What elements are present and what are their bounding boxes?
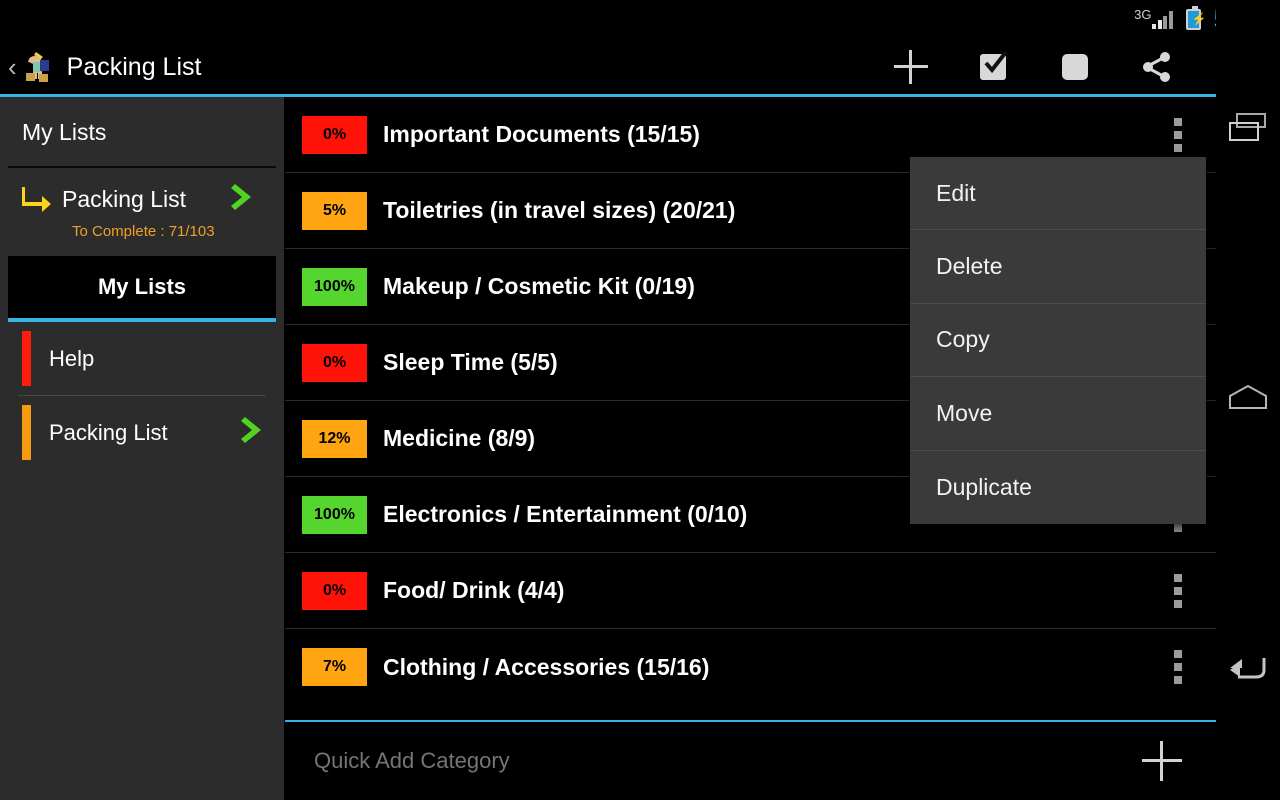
tab-my-lists[interactable]: My Lists [8,256,276,318]
checkbox-empty-icon [1062,54,1088,80]
chevron-right-icon[interactable] [240,415,268,450]
share-button[interactable] [1116,38,1198,96]
status-bar: 3G ⚡ 5:21 [0,0,1280,38]
status-badge: 7% [302,648,367,686]
category-label: Sleep Time (5/5) [383,349,558,376]
sidebar-current-list[interactable]: Packing List To Complete : 71/103 [0,168,284,252]
row-overflow-icon[interactable] [1174,118,1182,152]
sidebar-item-color-bar [22,405,31,460]
context-menu: Edit Delete Copy Move Duplicate [910,157,1206,524]
up-caret-icon[interactable]: ‹ [0,54,21,80]
home-button[interactable] [1216,368,1280,432]
menu-item-label: Edit [936,180,976,207]
status-badge: 100% [302,268,367,306]
category-label: Clothing / Accessories (15/16) [383,654,709,681]
back-icon [1226,652,1270,689]
chevron-right-icon[interactable] [230,182,258,217]
status-badge: 0% [302,116,367,154]
table-row[interactable]: 7% Clothing / Accessories (15/16) [285,629,1216,705]
category-label: Makeup / Cosmetic Kit (0/19) [383,273,695,300]
signal-bars-icon [1152,9,1174,29]
menu-item-duplicate[interactable]: Duplicate [910,451,1206,524]
menu-item-label: Duplicate [936,474,1032,501]
menu-item-delete[interactable]: Delete [910,230,1206,303]
status-badge: 100% [302,496,367,534]
category-label: Medicine (8/9) [383,425,535,452]
status-badge: 0% [302,344,367,382]
row-overflow-icon[interactable] [1174,650,1182,684]
home-icon [1226,382,1270,419]
menu-item-label: Move [936,400,992,427]
system-navigation-bar [1216,0,1280,800]
status-badge: 0% [302,572,367,610]
sidebar-current-name: Packing List [62,186,186,213]
quick-add-plus-icon[interactable] [1142,741,1182,781]
plus-icon [894,50,928,84]
menu-item-move[interactable]: Move [910,377,1206,450]
menu-item-label: Copy [936,326,990,353]
category-label: Food/ Drink (4/4) [383,577,564,604]
table-row[interactable]: 0% Food/ Drink (4/4) [285,553,1216,629]
page-title: Packing List [67,53,202,82]
sidebar-item-color-bar [22,331,31,386]
share-icon [1141,51,1173,83]
sidebar-current-row: Packing List [10,182,274,217]
sidebar-item-label: Packing List [49,420,168,446]
traveler-luggage-icon[interactable] [21,49,55,85]
category-label: Electronics / Entertainment (0/10) [383,501,747,528]
add-button[interactable] [870,38,952,96]
menu-item-copy[interactable]: Copy [910,304,1206,377]
status-badge: 12% [302,420,367,458]
sidebar-item-packing-list[interactable]: Packing List [0,396,284,469]
row-overflow-icon[interactable] [1174,574,1182,608]
category-label: Toiletries (in travel sizes) (20/21) [383,197,735,224]
sidebar-item-label: Help [49,346,94,372]
action-bar: ‹ Packing List [0,38,1280,96]
menu-item-label: Delete [936,253,1002,280]
network-type-label: 3G [1134,7,1151,22]
quick-add-input[interactable] [314,748,1014,774]
check-all-button[interactable] [952,38,1034,96]
tab-my-lists-label: My Lists [98,274,186,300]
sub-arrow-icon [22,187,52,213]
menu-item-edit[interactable]: Edit [910,157,1206,230]
status-badge: 5% [302,192,367,230]
sidebar-title: My Lists [0,97,284,146]
sidebar-item-help[interactable]: Help [0,322,284,395]
quick-add-bar [285,722,1216,800]
sidebar-current-progress: To Complete : 71/103 [72,223,274,240]
sidebar: My Lists Packing List To Complete : 71/1… [0,97,285,800]
recents-icon [1226,111,1270,150]
battery-charging-icon: ⚡ [1186,9,1201,30]
recents-button[interactable] [1216,98,1280,162]
checkbox-checked-icon [980,54,1006,80]
uncheck-all-button[interactable] [1034,38,1116,96]
back-button[interactable] [1216,638,1280,702]
app-root: 3G ⚡ 5:21 ‹ Packing List [0,0,1280,800]
category-label: Important Documents (15/15) [383,121,700,148]
